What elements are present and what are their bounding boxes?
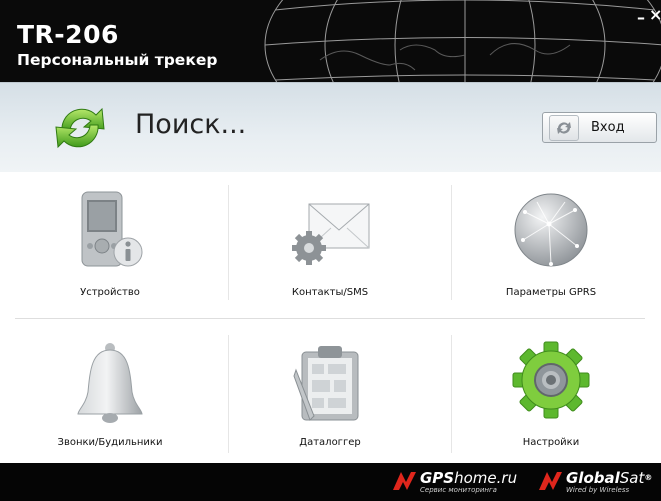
app-title: TR-206 [17, 20, 119, 49]
tile-label: Настройки [522, 437, 580, 448]
tile-label: Устройство [80, 287, 140, 298]
globalsat-brand-rest: Sat [619, 469, 645, 487]
minimize-button[interactable]: – [637, 8, 645, 27]
tile-label: Контакты/SMS [291, 287, 369, 298]
tile-calls-alarms[interactable]: Звонки/Будильники [0, 322, 220, 467]
settings-gear-icon [512, 341, 590, 419]
globalsat-brand-bold: Global [566, 469, 620, 487]
tile-gprs-settings[interactable]: Параметры GPRS [441, 172, 661, 317]
device-info-icon [81, 191, 143, 267]
globe-background-icon [264, 0, 661, 82]
globe-icon [514, 193, 588, 267]
tile-label: Даталоггер [299, 437, 361, 448]
tile-contacts-sms[interactable]: Контакты/SMS [220, 172, 440, 317]
gpshome-logo[interactable]: GPShome.ru Сервис мониторинга [391, 470, 517, 496]
gpshome-brand-rest: home.ru [454, 469, 518, 487]
login-button[interactable]: Вход [542, 112, 657, 143]
sync-small-icon [549, 114, 579, 141]
globalsat-mark-icon [539, 472, 562, 490]
app-window: TR-206 Персональный трекер – × Поиск... … [0, 0, 661, 501]
app-subtitle: Персональный трекер [17, 51, 218, 69]
sync-icon [55, 107, 105, 149]
divider [15, 318, 645, 319]
tile-device[interactable]: Устройство [0, 172, 220, 317]
gpshome-tagline: Сервис мониторинга [420, 486, 497, 494]
envelope-gear-icon [292, 203, 370, 265]
globalsat-logo[interactable]: GlobalSat® Wired by Wireless [537, 470, 652, 496]
bell-icon [77, 343, 143, 423]
close-button[interactable]: × [649, 5, 661, 24]
registered-mark: ® [644, 473, 653, 482]
connection-bar: Поиск... Вход [0, 82, 661, 173]
gpshome-mark-icon [393, 472, 416, 490]
clipboard-map-icon [293, 346, 359, 421]
tile-settings[interactable]: Настройки [441, 322, 661, 467]
search-status: Поиск... [135, 109, 247, 140]
menu-grid: Устройство Контакты/SMS Параметры GPRS З… [0, 172, 661, 463]
title-bar[interactable]: TR-206 Персональный трекер – × [0, 0, 661, 82]
login-label: Вход [591, 120, 625, 135]
tile-label: Звонки/Будильники [57, 437, 163, 448]
footer: GPShome.ru Сервис мониторинга GlobalSat®… [0, 463, 661, 501]
globalsat-tagline: Wired by Wireless [566, 486, 630, 494]
tile-datalogger[interactable]: Даталоггер [220, 322, 440, 467]
tile-label: Параметры GPRS [505, 287, 597, 298]
gpshome-brand-bold: GPS [420, 469, 455, 487]
